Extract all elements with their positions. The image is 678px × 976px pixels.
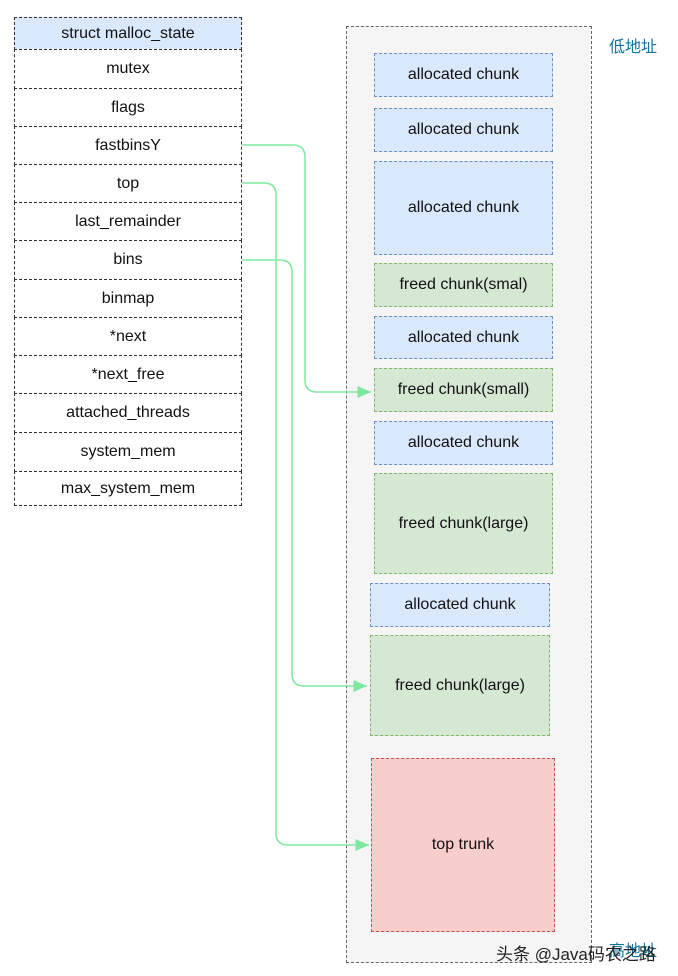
pointer-arrows xyxy=(242,144,371,851)
arrow-fastbinsY xyxy=(242,144,371,398)
